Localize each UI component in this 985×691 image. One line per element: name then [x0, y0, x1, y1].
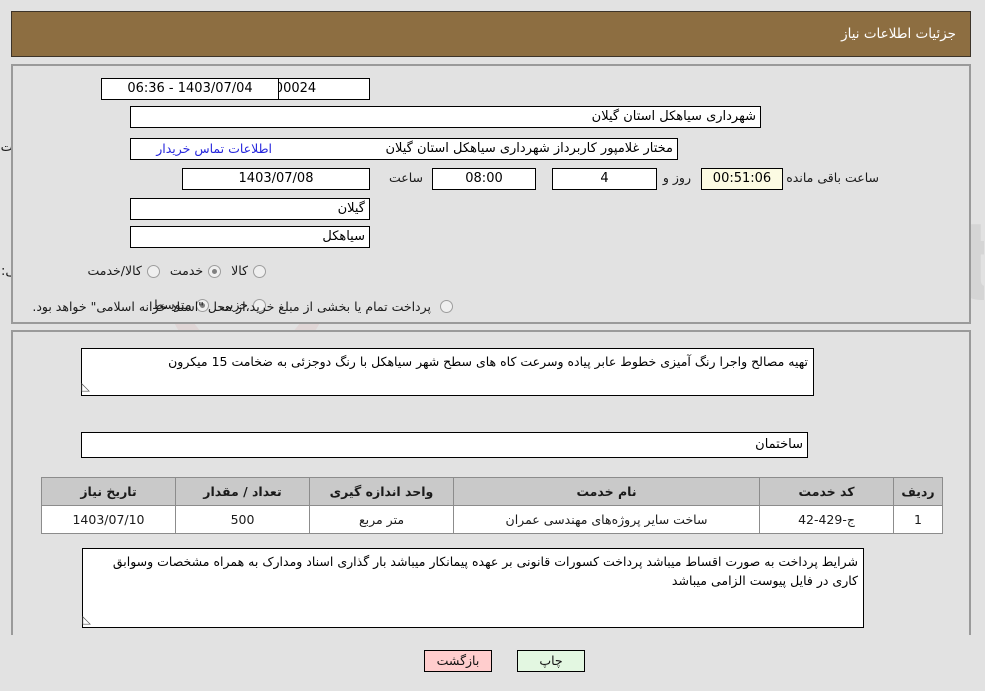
province-value: گیلان: [131, 198, 371, 220]
col-need-date: تاریخ نیاز: [42, 477, 177, 506]
col-service-code: کد خدمت: [760, 477, 895, 506]
process-note-text: پرداخت تمام یا بخشی از مبلغ خرید،از محل …: [33, 299, 432, 314]
process-note-radio[interactable]: [441, 300, 454, 313]
table-cell-0: 1: [894, 505, 944, 534]
city-value: سیاهکل: [131, 226, 371, 248]
table-cell-5: 1403/07/10: [42, 505, 177, 534]
category-label-0: کالا: [232, 263, 249, 278]
hour-label: ساعت: [389, 170, 424, 185]
countdown-value: 00:51:06: [702, 168, 784, 190]
category-radio-group[interactable]: کالا خدمت کالا/خدمت: [78, 263, 267, 279]
category-radio-1[interactable]: [209, 265, 223, 278]
needed-services-table: ردیف کد خدمت نام خدمت واحد اندازه گیری ت…: [42, 477, 944, 534]
table-header-row: ردیف کد خدمت نام خدمت واحد اندازه گیری ت…: [42, 477, 944, 506]
category-radio-0[interactable]: [254, 265, 267, 278]
days-and-label: روز و: [663, 170, 692, 185]
back-button[interactable]: بازگشت: [425, 650, 493, 672]
table-cell-2: ساخت سایر پروژه‌های مهندسی عمران: [454, 505, 761, 534]
table-row: 1 ج-429-42 ساخت سایر پروژه‌های مهندسی عمرا…: [42, 505, 944, 534]
hour-value: 08:00: [433, 168, 537, 190]
print-button[interactable]: چاپ: [518, 650, 586, 672]
buyer-org-value: شهرداری سیاهکل استان گیلان: [131, 106, 762, 128]
category-radio-2[interactable]: [147, 265, 161, 278]
table-cell-3: متر مربع: [310, 505, 455, 534]
category-label-1: خدمت: [170, 263, 205, 278]
public-announce-value: 1403/07/04 - 06:36: [102, 78, 280, 100]
days-value: 4: [553, 168, 658, 190]
page-header-bar: جزئیات اطلاعات نیاز: [12, 11, 972, 57]
table-cell-1: ج-429-42: [760, 505, 895, 534]
category-label-2: کالا/خدمت: [88, 263, 143, 278]
service-group-value: ساختمان: [82, 432, 809, 458]
col-service-name: نام خدمت: [454, 477, 761, 506]
buyer-notes-resize-grip[interactable]: ◺: [84, 613, 92, 626]
col-quantity: تعداد / مقدار: [176, 477, 311, 506]
deadline-date-value: 1403/07/08: [183, 168, 371, 190]
col-radif: ردیف: [894, 477, 944, 506]
buyer-notes-textarea[interactable]: شرایط پرداخت به صورت اقساط میباشد پرداخت…: [83, 548, 865, 628]
summary-resize-grip[interactable]: ◺: [83, 380, 91, 393]
need-info-panel: [12, 64, 972, 324]
col-unit: واحد اندازه گیری: [310, 477, 455, 506]
page-title: جزئیات اطلاعات نیاز: [842, 26, 957, 42]
table-cell-4: 500: [176, 505, 311, 534]
buyer-contact-link[interactable]: اطلاعات تماس خریدار: [157, 141, 273, 156]
remaining-label: ساعت باقی مانده: [787, 170, 880, 185]
summary-textarea[interactable]: تهیه مصالح واجرا رنگ آمیزی خطوط عابر پیا…: [82, 348, 815, 396]
